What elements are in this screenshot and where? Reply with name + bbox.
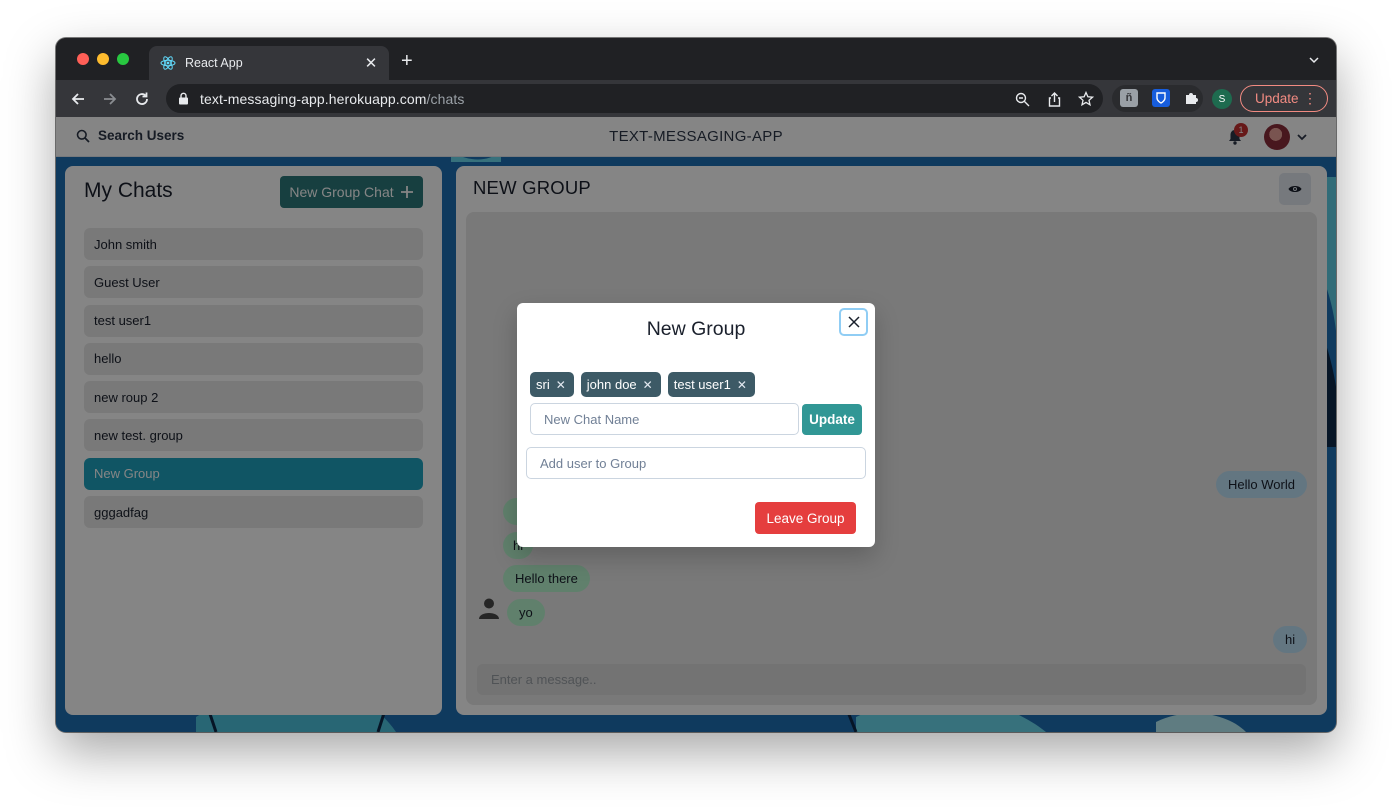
forward-arrow-icon[interactable] bbox=[100, 89, 120, 109]
lock-icon bbox=[178, 92, 190, 106]
member-tags: sri ✕ john doe ✕ test user1 ✕ bbox=[530, 372, 755, 397]
maximize-window-button[interactable] bbox=[117, 53, 129, 65]
chat-name-input[interactable]: New Chat Name bbox=[530, 403, 799, 435]
minimize-window-button[interactable] bbox=[97, 53, 109, 65]
address-bar[interactable]: text-messaging-app.herokuapp.com/chats bbox=[166, 84, 1103, 113]
share-icon[interactable] bbox=[1045, 90, 1063, 108]
tab-strip: React App ✕ + bbox=[56, 38, 1336, 80]
new-tab-icon[interactable]: + bbox=[401, 51, 413, 71]
tab-title: React App bbox=[185, 56, 243, 70]
url-text: text-messaging-app.herokuapp.com/chats bbox=[200, 90, 465, 107]
modal-close-button[interactable] bbox=[839, 308, 868, 336]
update-group-modal: New Group sri ✕ john doe ✕ test user1 ✕ … bbox=[517, 303, 875, 547]
reload-icon[interactable] bbox=[132, 89, 152, 109]
modal-title: New Group bbox=[646, 318, 746, 340]
back-arrow-icon[interactable] bbox=[68, 89, 88, 109]
remove-member-icon[interactable]: ✕ bbox=[643, 378, 653, 392]
member-tag-label: test user1 bbox=[673, 377, 731, 392]
leave-group-button[interactable]: Leave Group bbox=[755, 502, 856, 534]
member-tag: test user1 ✕ bbox=[667, 372, 755, 397]
react-icon bbox=[159, 54, 177, 72]
browser-profile-avatar[interactable]: S bbox=[1212, 89, 1232, 109]
close-icon bbox=[847, 316, 860, 328]
rename-update-button[interactable]: Update bbox=[802, 404, 862, 435]
more-menu-icon[interactable]: ⋮ bbox=[1303, 91, 1317, 105]
zoom-icon[interactable] bbox=[1013, 90, 1031, 108]
tab-react-app[interactable]: React App ✕ bbox=[149, 46, 389, 80]
add-user-input[interactable]: Add user to Group bbox=[526, 447, 866, 479]
browser-toolbar: text-messaging-app.herokuapp.com/chats ñ bbox=[56, 80, 1336, 117]
tab-close-icon[interactable]: ✕ bbox=[363, 54, 379, 72]
tab-search-chevron-icon[interactable] bbox=[1308, 53, 1320, 71]
browser-update-button[interactable]: Update ⋮ bbox=[1240, 85, 1328, 112]
member-tag: john doe ✕ bbox=[580, 372, 661, 397]
extensions-group: ñ bbox=[1112, 85, 1203, 112]
close-window-button[interactable] bbox=[77, 53, 89, 65]
member-tag-label: sri bbox=[536, 377, 550, 392]
remove-member-icon[interactable]: ✕ bbox=[737, 378, 747, 392]
remove-member-icon[interactable]: ✕ bbox=[556, 378, 566, 392]
reader-extension-icon[interactable]: ñ bbox=[1120, 89, 1138, 107]
puzzle-extensions-icon[interactable] bbox=[1182, 89, 1200, 107]
web-page: Search Users TEXT-MESSAGING-APP 1 My Cha… bbox=[56, 117, 1336, 732]
bitwarden-shield-icon[interactable] bbox=[1152, 89, 1170, 107]
member-tag: sri ✕ bbox=[530, 372, 574, 397]
browser-window: React App ✕ + text-messaging-app.herokua… bbox=[56, 38, 1336, 732]
bookmark-star-icon[interactable] bbox=[1077, 90, 1095, 108]
member-tag-label: john doe bbox=[586, 377, 637, 392]
